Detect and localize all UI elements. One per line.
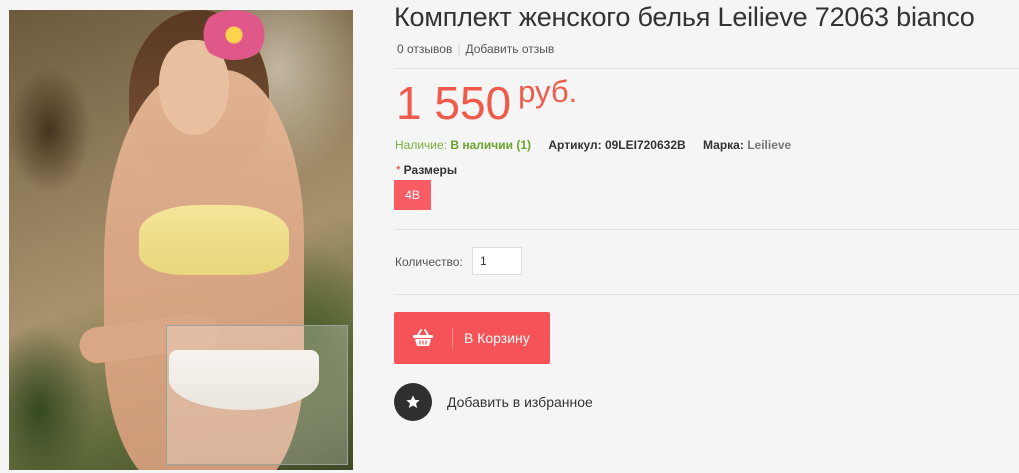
required-mark: * [396, 163, 401, 177]
product-meta: Наличие: В наличии (1) Артикул: 09LEI720… [395, 138, 805, 152]
add-to-wishlist-label: Добавить в избранное [447, 394, 593, 410]
reviews-separator: | [457, 42, 461, 56]
add-review-link[interactable]: Добавить отзыв [465, 42, 554, 56]
brand-value[interactable]: Leilieve [747, 138, 791, 152]
brand-label: Марка: [703, 138, 744, 152]
availability: Наличие: В наличии (1) [395, 138, 534, 152]
sku-label: Артикул: [548, 138, 602, 152]
add-to-cart-button[interactable]: В Корзину [394, 312, 550, 364]
quantity-input[interactable] [472, 247, 522, 275]
basket-icon [394, 327, 453, 349]
reviews-row: 0 отзывов | Добавить отзыв [397, 42, 554, 56]
product-title: Комплект женского белья Leilieve 72063 b… [394, 2, 975, 32]
product-photo[interactable] [9, 10, 353, 470]
brand: Марка: Leilieve [703, 138, 791, 152]
add-to-wishlist[interactable]: Добавить в избранное [394, 383, 593, 421]
price-currency: руб. [518, 74, 578, 109]
divider [394, 68, 1019, 69]
sku-value: 09LEI720632B [604, 138, 686, 152]
divider [394, 294, 1019, 295]
zoom-lens[interactable] [166, 325, 348, 465]
availability-label: Наличие: [395, 138, 448, 152]
sizes-label-text: Размеры [403, 163, 458, 177]
photo-flower [199, 10, 269, 60]
add-to-cart-label: В Корзину [464, 330, 530, 346]
reviews-count-link[interactable]: 0 отзывов [397, 42, 452, 56]
product-image-panel [0, 0, 362, 473]
divider [394, 229, 1019, 230]
price-amount: 1 550 [396, 77, 512, 129]
size-option-4b[interactable]: 4B [394, 180, 431, 210]
price: 1 550 руб. [396, 74, 577, 130]
sku: Артикул: 09LEI720632B [548, 138, 689, 152]
availability-value: В наличии (1) [450, 138, 532, 152]
sizes-label: * Размеры [396, 163, 457, 177]
star-icon[interactable] [394, 383, 432, 421]
photo-bra [139, 205, 289, 275]
quantity-label: Количество: [395, 255, 463, 269]
